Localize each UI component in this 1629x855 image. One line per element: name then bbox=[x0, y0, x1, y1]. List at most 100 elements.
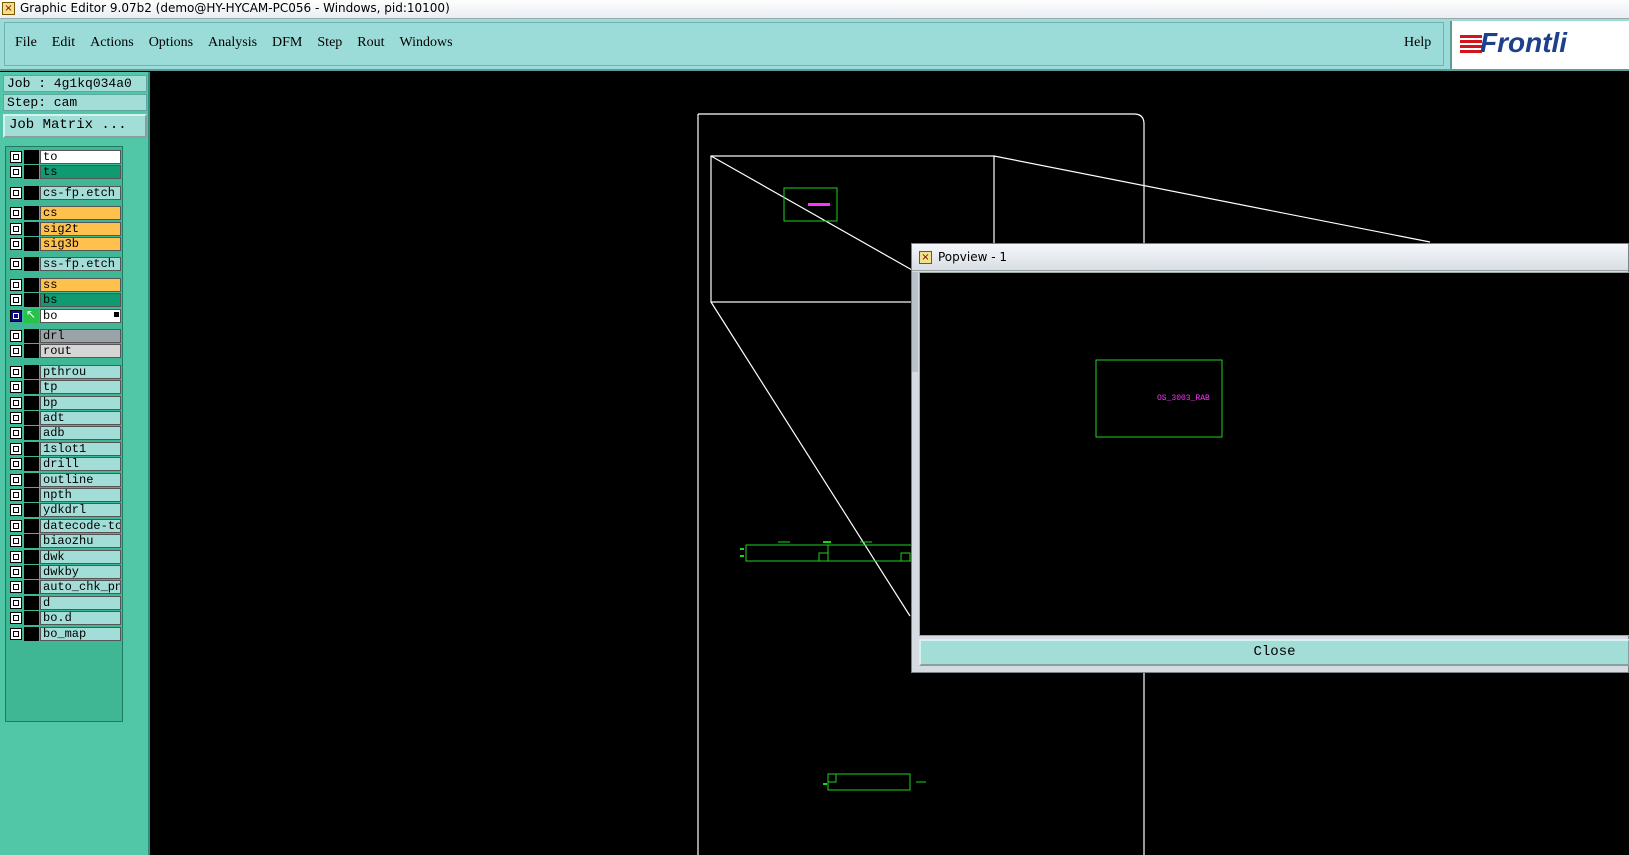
menu-file[interactable]: File bbox=[15, 35, 37, 51]
layer-affected-slot[interactable] bbox=[24, 488, 39, 502]
layer-name[interactable]: dwk bbox=[40, 549, 121, 564]
layer-name[interactable]: drl bbox=[40, 329, 121, 343]
layer-affected-slot[interactable] bbox=[24, 364, 39, 379]
layer-row-bo[interactable]: bo bbox=[8, 307, 121, 323]
layer-checkbox[interactable] bbox=[10, 473, 22, 486]
layer-row-1slot1[interactable]: 1slot1 bbox=[8, 441, 121, 456]
layer-affected-slot[interactable] bbox=[24, 580, 39, 595]
layer-name[interactable]: ss bbox=[40, 277, 121, 292]
layer-checkbox[interactable] bbox=[10, 566, 22, 578]
layer-row-drl[interactable]: drl bbox=[8, 329, 121, 343]
layer-row-sig2t[interactable]: sig2t bbox=[8, 221, 121, 236]
layer-checkbox[interactable] bbox=[10, 442, 22, 455]
layer-row-ydkdrl[interactable]: ydkdrl bbox=[8, 503, 121, 518]
layer-row-to[interactable]: to bbox=[8, 150, 121, 164]
layer-row-sig3b[interactable]: sig3b bbox=[8, 237, 121, 251]
job-matrix-button[interactable]: Job Matrix ... bbox=[3, 114, 147, 138]
layer-name[interactable]: cs-fp.etch bbox=[40, 185, 121, 200]
layer-row-pthrou[interactable]: pthrou bbox=[8, 364, 121, 379]
step-field[interactable]: Step: cam bbox=[3, 94, 147, 111]
layer-row-bo.d[interactable]: bo.d bbox=[8, 611, 121, 626]
layer-checkbox[interactable] bbox=[10, 519, 22, 532]
layer-row-rout[interactable]: rout bbox=[8, 344, 121, 359]
x-window-icon[interactable]: × bbox=[919, 251, 932, 264]
menu-help[interactable]: Help bbox=[1404, 35, 1431, 51]
layer-name[interactable]: datecode-to bbox=[40, 518, 121, 533]
layer-row-drill[interactable]: drill bbox=[8, 457, 121, 472]
layer-affected-slot[interactable] bbox=[24, 503, 39, 518]
menu-actions[interactable]: Actions bbox=[90, 35, 134, 51]
layer-row-d[interactable]: d bbox=[8, 595, 121, 610]
layer-checkbox[interactable] bbox=[10, 504, 22, 517]
layer-row-bs[interactable]: bs bbox=[8, 293, 121, 308]
popview-scroll-handle[interactable] bbox=[912, 272, 918, 372]
layer-name[interactable]: ydkdrl bbox=[40, 503, 121, 518]
layer-name[interactable]: ss-fp.etch bbox=[40, 257, 121, 272]
layer-affected-slot[interactable] bbox=[24, 441, 39, 456]
layer-name[interactable]: rout bbox=[40, 344, 121, 359]
layer-row-cs[interactable]: cs bbox=[8, 206, 121, 221]
popview-dialog[interactable]: × Popview - 1 OS_3003_RAB Close bbox=[911, 243, 1629, 673]
layer-checkbox[interactable] bbox=[10, 166, 22, 179]
layer-affected-slot[interactable] bbox=[24, 595, 39, 610]
layer-row-tp[interactable]: tp bbox=[8, 380, 121, 395]
layer-name[interactable]: npth bbox=[40, 488, 121, 502]
layer-affected-slot[interactable] bbox=[24, 565, 39, 579]
x-window-icon[interactable]: × bbox=[2, 2, 15, 15]
layer-row-bp[interactable]: bp bbox=[8, 395, 121, 410]
close-button[interactable]: Close bbox=[919, 639, 1629, 666]
layer-row-datecode-to[interactable]: datecode-to bbox=[8, 518, 121, 533]
layer-checkbox[interactable] bbox=[10, 596, 22, 609]
layer-row-dwkby[interactable]: dwkby bbox=[8, 565, 121, 579]
layer-checkbox[interactable] bbox=[10, 151, 22, 163]
layer-affected-slot[interactable] bbox=[24, 185, 39, 200]
layer-name[interactable]: drill bbox=[40, 457, 121, 472]
layer-name[interactable]: bo bbox=[40, 308, 121, 323]
layer-affected-slot[interactable] bbox=[24, 626, 39, 641]
layer-affected-slot[interactable] bbox=[24, 457, 39, 472]
layer-checkbox[interactable] bbox=[10, 550, 22, 563]
layer-row-bo_map[interactable]: bo_map bbox=[8, 626, 121, 641]
layer-name[interactable]: pthrou bbox=[40, 364, 121, 379]
layer-checkbox[interactable] bbox=[10, 458, 22, 471]
layer-row-dwk[interactable]: dwk bbox=[8, 549, 121, 564]
layer-name[interactable]: 1slot1 bbox=[40, 441, 121, 456]
layer-name[interactable]: bo.d bbox=[40, 611, 121, 626]
layer-affected-slot[interactable] bbox=[24, 277, 39, 292]
layer-name[interactable]: outline bbox=[40, 472, 121, 487]
menu-step[interactable]: Step bbox=[317, 35, 342, 51]
layer-name[interactable]: biaozhu bbox=[40, 534, 121, 549]
layer-name[interactable]: sig3b bbox=[40, 237, 121, 251]
layer-checkbox[interactable] bbox=[10, 489, 22, 501]
layer-name[interactable]: tp bbox=[40, 380, 121, 395]
layer-name[interactable]: adt bbox=[40, 411, 121, 425]
layer-name[interactable]: bs bbox=[40, 293, 121, 308]
layer-row-ss-fp.etch[interactable]: ss-fp.etch bbox=[8, 257, 121, 272]
layer-checkbox[interactable] bbox=[10, 186, 22, 199]
layer-checkbox[interactable] bbox=[10, 294, 22, 307]
layer-checkbox[interactable] bbox=[10, 412, 22, 424]
layer-affected-slot[interactable] bbox=[24, 518, 39, 533]
menu-analysis[interactable]: Analysis bbox=[208, 35, 257, 51]
layer-affected-slot[interactable] bbox=[24, 411, 39, 425]
layer-affected-slot[interactable] bbox=[24, 472, 39, 487]
layer-checkbox[interactable] bbox=[10, 612, 22, 625]
layer-row-npth[interactable]: npth bbox=[8, 488, 121, 502]
layer-affected-slot[interactable] bbox=[24, 293, 39, 308]
layer-row-auto_chk_pn[interactable]: auto_chk_pn bbox=[8, 580, 121, 595]
menu-options[interactable]: Options bbox=[149, 35, 193, 51]
menu-dfm[interactable]: DFM bbox=[272, 35, 302, 51]
layer-name[interactable]: to bbox=[40, 150, 121, 164]
layer-row-ts[interactable]: ts bbox=[8, 165, 121, 180]
layer-name[interactable]: dwkby bbox=[40, 565, 121, 579]
layer-affected-slot[interactable] bbox=[24, 165, 39, 180]
layer-row-cs-fp.etch[interactable]: cs-fp.etch bbox=[8, 185, 121, 200]
menu-rout[interactable]: Rout bbox=[357, 35, 384, 51]
layer-affected-slot[interactable] bbox=[24, 426, 39, 441]
layer-row-adb[interactable]: adb bbox=[8, 426, 121, 441]
layer-checkbox[interactable] bbox=[10, 258, 22, 271]
layer-affected-slot[interactable] bbox=[24, 380, 39, 395]
layer-checkbox[interactable] bbox=[10, 278, 22, 291]
layer-checkbox[interactable] bbox=[10, 365, 22, 378]
layer-name[interactable]: bp bbox=[40, 395, 121, 410]
